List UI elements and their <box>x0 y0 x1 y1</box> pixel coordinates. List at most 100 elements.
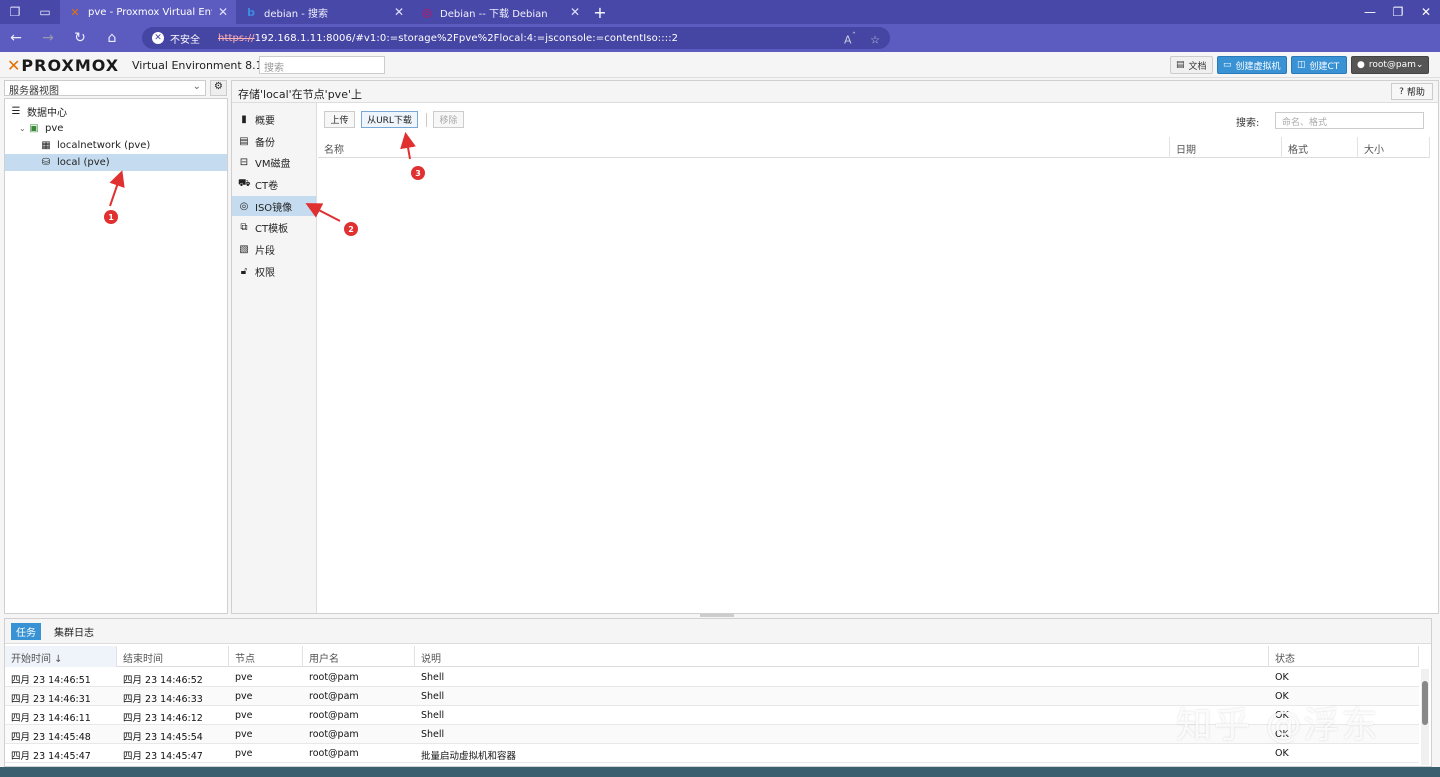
nav-item-backup[interactable]: ▤ 备份 <box>232 131 316 151</box>
cell-node: pve <box>235 672 253 683</box>
tab-actions-icon[interactable]: ▭ <box>30 0 60 24</box>
nav-item-ct-volumes[interactable]: ⛟ CT卷 <box>232 174 316 194</box>
cell-user: root@pam <box>309 672 359 683</box>
annotation-marker-3: 3 <box>411 166 425 180</box>
table-row[interactable]: 四月 23 14:46:51 四月 23 14:46:52 pve root@p… <box>5 668 1419 687</box>
remove-button[interactable]: 移除 <box>433 111 464 128</box>
create-vm-button[interactable]: ▭ 创建虚拟机 <box>1217 56 1287 74</box>
column-end-time[interactable]: 结束时间 <box>117 646 229 667</box>
home-icon[interactable]: ⌂ <box>96 24 128 52</box>
help-button[interactable]: ? 帮助 <box>1391 83 1433 100</box>
cell-start: 四月 23 14:46:11 <box>11 713 91 724</box>
cell-start: 四月 23 14:46:31 <box>11 694 91 705</box>
nav-item-permissions[interactable]: 🔓︎ 权限 <box>232 261 316 281</box>
view-selector[interactable]: 服务器视图 ⌄ <box>4 80 206 97</box>
download-from-url-button[interactable]: 从URL下载 <box>361 111 418 128</box>
tree-node-pve[interactable]: ⌄ ▣ pve <box>19 120 227 137</box>
view-label: 服务器视图 <box>9 86 59 97</box>
nav-label: CT卷 <box>255 180 279 192</box>
column-username[interactable]: 用户名 <box>303 646 415 667</box>
column-name[interactable]: 名称 <box>318 137 1170 158</box>
file-code-icon: ▧ <box>239 243 249 255</box>
logo-text: PROXMOX <box>21 56 120 75</box>
window-controls: — ❐ ✕ <box>1356 0 1440 24</box>
tree-node-localnetwork[interactable]: ▦ localnetwork (pve) <box>39 137 227 154</box>
column-start-time[interactable]: 开始时间 ↓ <box>5 646 117 667</box>
column-size[interactable]: 大小 <box>1358 137 1430 158</box>
nav-item-summary[interactable]: ▮ 概要 <box>232 109 316 129</box>
tree-node-datacenter[interactable]: ☰ 数据中心 <box>9 103 227 120</box>
column-node[interactable]: 节点 <box>229 646 303 667</box>
url-input[interactable]: ✕ 不安全 https://192.168.1.11:8006/#v1:0:=s… <box>142 27 890 49</box>
column-status[interactable]: 状态 <box>1269 646 1419 667</box>
iso-search-input[interactable]: 命名、格式 <box>1275 112 1424 129</box>
chevron-down-icon: ⌄ <box>1415 60 1424 70</box>
product-version: Virtual Environment 8.1.11 <box>132 59 281 72</box>
minimize-icon[interactable]: — <box>1356 0 1384 24</box>
proxmox-app: ✕PROXMOX Virtual Environment 8.1.11 搜索 ▤… <box>0 52 1440 767</box>
cell-node: pve <box>235 729 253 740</box>
resource-tree: ☰ 数据中心 ⌄ ▣ pve ▦ localnetwork (pve) ⛁ lo… <box>4 98 228 614</box>
nav-item-vm-disks[interactable]: ⊟ VM磁盘 <box>232 152 316 172</box>
storage-nav: ▮ 概要 ▤ 备份 ⊟ VM磁盘 ⛟ CT卷 ◎ ISO镜像 ⧉ CT模板 ▧ 片段 🔓︎ 权限 <box>232 103 317 613</box>
hdd-icon: ⊟ <box>239 156 249 168</box>
browser-tab-pve[interactable]: ✕ pve - Proxmox Virtual Environme ✕ <box>60 0 236 24</box>
cell-end: 四月 23 14:46:33 <box>123 694 203 705</box>
nav-item-ct-templates[interactable]: ⧉ CT模板 <box>232 217 316 237</box>
tab-title: debian - 搜索 <box>264 8 329 20</box>
content-header: 存储'local'在节点'pve'上 ? 帮助 <box>232 81 1438 103</box>
task-scrollbar[interactable] <box>1421 669 1429 765</box>
new-tab-button[interactable]: + <box>588 3 612 22</box>
nav-label: 概要 <box>255 115 275 127</box>
cell-start: 四月 23 14:45:48 <box>11 732 91 743</box>
user-menu-button[interactable]: ● root@pam ⌄ <box>1351 56 1429 74</box>
close-window-icon[interactable]: ✕ <box>1412 0 1440 24</box>
tree-node-local[interactable]: ⛁ local (pve) <box>5 154 227 171</box>
column-format[interactable]: 格式 <box>1282 137 1358 158</box>
nav-label: 权限 <box>255 267 275 279</box>
tab-tasks[interactable]: 任务 <box>11 623 41 640</box>
docs-button[interactable]: ▤ 文档 <box>1170 56 1213 74</box>
browser-tab-debian-search[interactable]: b debian - 搜索 ✕ <box>236 0 412 24</box>
browser-tab-debian-download[interactable]: ◎ Debian -- 下载 Debian ✕ <box>412 0 588 24</box>
cell-description: Shell <box>421 710 445 721</box>
tree-node-label: pve <box>45 123 64 134</box>
book-icon: ▮ <box>241 113 247 125</box>
upload-button[interactable]: 上传 <box>324 111 355 128</box>
nav-item-iso-images[interactable]: ◎ ISO镜像 <box>232 196 316 216</box>
security-warning[interactable]: ✕ 不安全 <box>152 31 200 46</box>
os-taskbar <box>0 767 1440 777</box>
cell-user: root@pam <box>309 710 359 721</box>
user-icon: ● <box>1357 60 1365 70</box>
nav-item-snippets[interactable]: ▧ 片段 <box>232 239 316 259</box>
cell-description: 批量启动虚拟机和容器 <box>421 751 517 762</box>
task-tabs: 任务 集群日志 <box>5 619 1431 644</box>
forward-icon[interactable]: → <box>32 24 64 52</box>
workspaces-icon[interactable]: ❐ <box>0 0 30 24</box>
read-aloud-icon[interactable]: Aˆ ☆ <box>844 31 880 47</box>
cube-icon: ◫ <box>1297 60 1306 70</box>
close-tab-icon[interactable]: ✕ <box>394 5 404 19</box>
tab-title: pve - Proxmox Virtual Environme <box>88 6 212 18</box>
pve-header: ✕PROXMOX Virtual Environment 8.1.11 搜索 ▤… <box>0 52 1440 78</box>
restore-icon[interactable]: ❐ <box>1384 0 1412 24</box>
back-icon[interactable]: ← <box>0 24 32 52</box>
address-bar-row: ← → ↻ ⌂ ✕ 不安全 https://192.168.1.11:8006/… <box>0 24 1440 70</box>
global-search-input[interactable]: 搜索 <box>259 56 385 74</box>
nav-label: VM磁盘 <box>255 158 291 170</box>
close-tab-icon[interactable]: ✕ <box>218 5 228 19</box>
column-description[interactable]: 说明 <box>415 646 1269 667</box>
create-ct-button[interactable]: ◫ 创建CT <box>1291 56 1347 74</box>
cell-user: root@pam <box>309 748 359 759</box>
column-date[interactable]: 日期 <box>1170 137 1282 158</box>
close-tab-icon[interactable]: ✕ <box>570 5 580 19</box>
scrollbar-thumb[interactable] <box>1422 681 1428 725</box>
refresh-icon[interactable]: ↻ <box>64 24 96 52</box>
gear-icon[interactable]: ⚙ <box>210 80 227 96</box>
tab-cluster-log[interactable]: 集群日志 <box>49 623 99 640</box>
nav-label: CT模板 <box>255 223 289 235</box>
docs-label: 文档 <box>1188 61 1207 72</box>
container-icon: ⛟ <box>238 177 251 189</box>
panel-splitter[interactable] <box>700 614 734 617</box>
annotation-marker-2: 2 <box>344 222 358 236</box>
